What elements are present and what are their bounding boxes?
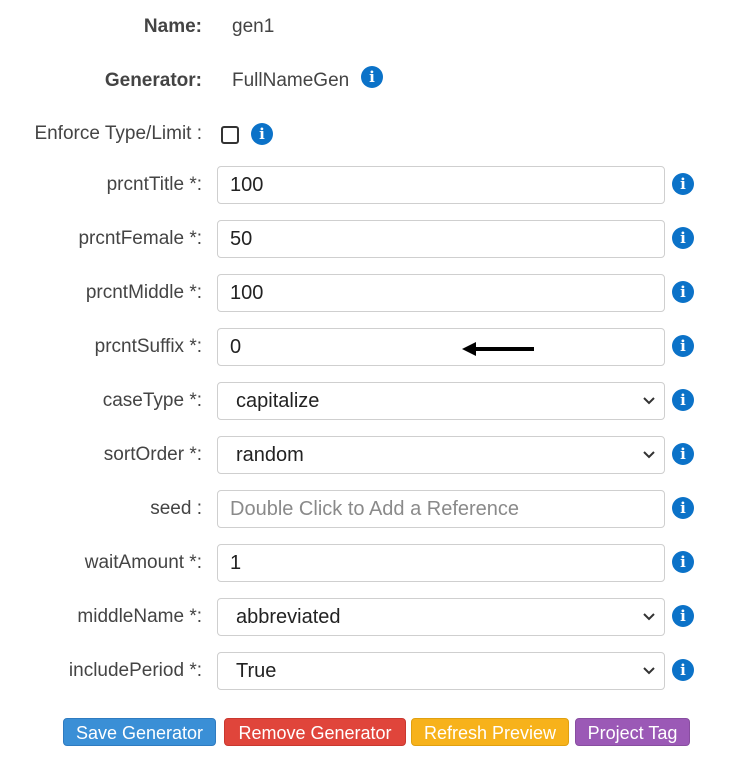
- casetype-selected-value: capitalize: [236, 390, 320, 412]
- prcnttitle-field[interactable]: [217, 166, 665, 204]
- left-arrow-icon: [462, 342, 534, 356]
- generator-info-icon[interactable]: i: [361, 66, 383, 88]
- prcntmiddle-label: prcntMiddle *:: [85, 282, 202, 303]
- field-row-prcnttitle: prcntTitle *: i: [0, 165, 730, 205]
- casetype-select[interactable]: capitalize: [217, 382, 665, 420]
- field-row-prcntsuffix: prcntSuffix *: i: [0, 327, 730, 367]
- prcntsuffix-field[interactable]: [217, 328, 665, 366]
- seed-field[interactable]: [217, 490, 665, 528]
- save-generator-button[interactable]: Save Generator: [63, 718, 216, 746]
- prcntsuffix-label: prcntSuffix *:: [94, 336, 202, 357]
- field-row-prcntfemale: prcntFemale *: i: [0, 219, 730, 259]
- sortorder-label: sortOrder *:: [103, 444, 202, 465]
- sortorder-select[interactable]: random: [217, 436, 665, 474]
- includeperiod-selected-value: True: [236, 660, 277, 682]
- enforce-row: Enforce Type/Limit : i: [0, 114, 730, 154]
- field-row-sortorder: sortOrder *: random i: [0, 435, 730, 475]
- middlename-select[interactable]: abbreviated: [217, 598, 665, 636]
- prcnttitle-info-icon[interactable]: i: [672, 173, 694, 195]
- middlename-label: middleName *:: [77, 606, 202, 627]
- includeperiod-info-icon[interactable]: i: [672, 659, 694, 681]
- seed-input[interactable]: [218, 491, 664, 527]
- field-row-prcntmiddle: prcntMiddle *: i: [0, 273, 730, 313]
- chevron-down-icon: [643, 397, 655, 405]
- field-row-casetype: caseType *: capitalize i: [0, 381, 730, 421]
- field-row-waitamount: waitAmount *: i: [0, 543, 730, 583]
- prcntfemale-label: prcntFemale *:: [78, 228, 202, 249]
- prcntmiddle-info-icon[interactable]: i: [672, 281, 694, 303]
- chevron-down-icon: [643, 667, 655, 675]
- includeperiod-label: includePeriod *:: [68, 660, 202, 681]
- enforce-info-icon[interactable]: i: [251, 123, 273, 145]
- enforce-checkbox[interactable]: [221, 126, 239, 144]
- sortorder-selected-value: random: [236, 444, 304, 466]
- includeperiod-select[interactable]: True: [217, 652, 665, 690]
- middlename-selected-value: abbreviated: [236, 606, 341, 628]
- waitamount-input[interactable]: [218, 545, 664, 581]
- prcntsuffix-input[interactable]: [218, 329, 664, 365]
- refresh-preview-button[interactable]: Refresh Preview: [411, 718, 569, 746]
- field-row-middlename: middleName *: abbreviated i: [0, 597, 730, 637]
- prcntmiddle-field[interactable]: [217, 274, 665, 312]
- prcntfemale-input[interactable]: [218, 221, 664, 257]
- generator-row: Generator: FullNameGen i: [0, 61, 730, 101]
- field-row-seed: seed : i: [0, 489, 730, 529]
- prcntsuffix-info-icon[interactable]: i: [672, 335, 694, 357]
- chevron-down-icon: [643, 613, 655, 621]
- prcnttitle-label: prcntTitle *:: [106, 174, 202, 195]
- waitamount-label: waitAmount *:: [84, 552, 202, 573]
- name-label: Name:: [143, 16, 202, 37]
- enforce-label: Enforce Type/Limit :: [34, 123, 202, 144]
- middlename-info-icon[interactable]: i: [672, 605, 694, 627]
- seed-label: seed :: [150, 498, 202, 519]
- field-row-includeperiod: includePeriod *: True i: [0, 651, 730, 691]
- generator-value: FullNameGen: [232, 70, 350, 91]
- casetype-label: caseType *:: [102, 390, 202, 411]
- name-value: gen1: [232, 16, 275, 37]
- casetype-info-icon[interactable]: i: [672, 389, 694, 411]
- prcntmiddle-input[interactable]: [218, 275, 664, 311]
- name-row: Name: gen1: [0, 7, 730, 47]
- seed-info-icon[interactable]: i: [672, 497, 694, 519]
- prcnttitle-input[interactable]: [218, 167, 664, 203]
- prcntfemale-field[interactable]: [217, 220, 665, 258]
- project-tag-button[interactable]: Project Tag: [575, 718, 690, 746]
- generator-label: Generator:: [104, 70, 202, 91]
- waitamount-field[interactable]: [217, 544, 665, 582]
- chevron-down-icon: [643, 451, 655, 459]
- remove-generator-button[interactable]: Remove Generator: [224, 718, 406, 746]
- waitamount-info-icon[interactable]: i: [672, 551, 694, 573]
- sortorder-info-icon[interactable]: i: [672, 443, 694, 465]
- prcntfemale-info-icon[interactable]: i: [672, 227, 694, 249]
